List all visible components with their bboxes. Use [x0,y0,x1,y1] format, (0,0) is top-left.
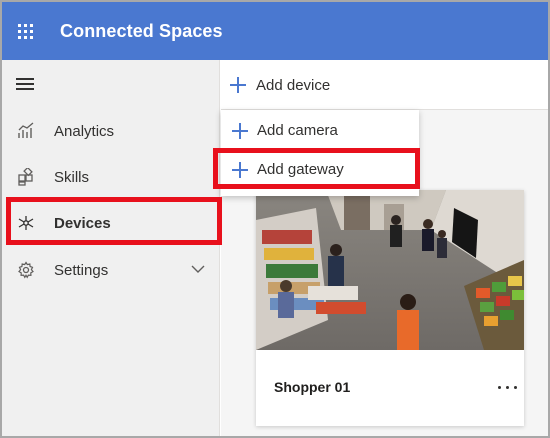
camera-snapshot-image [256,190,524,350]
analytics-icon [18,122,34,138]
sidebar-item-label: Settings [54,261,109,279]
app-launcher-icon [17,23,33,39]
chevron-down-icon[interactable] [190,263,206,275]
sidebar-item-label: Analytics [54,122,115,140]
sidebar-item-settings[interactable]: Settings [2,247,220,293]
add-gateway-highlight [213,148,420,189]
sidebar-item-skills[interactable]: Skills [2,154,220,200]
app-title: Connected Spaces [60,20,223,41]
device-card-title: Shopper 01 [274,379,351,395]
command-bar: Add device [221,60,548,110]
settings-icon [18,261,34,279]
app-launcher-button[interactable] [4,2,46,60]
sidebar-item-analytics[interactable]: Analytics [2,108,220,154]
sidebar-item-label: Skills [54,168,90,186]
add-icon [232,123,248,139]
app-header: Connected Spaces [2,2,548,60]
skills-icon [18,168,33,186]
device-card[interactable]: Shopper 01 [256,190,524,426]
app-window: Connected Spaces Analytics Skills Device… [0,0,550,438]
devices-highlight [6,197,222,245]
add-icon [230,77,246,93]
sidebar: Analytics Skills Devices Settings [2,60,220,436]
more-options-icon[interactable] [498,386,518,390]
add-camera-label: Add camera [257,122,338,139]
add-device-label: Add device [256,77,331,94]
hamburger-menu-icon[interactable] [16,78,34,90]
